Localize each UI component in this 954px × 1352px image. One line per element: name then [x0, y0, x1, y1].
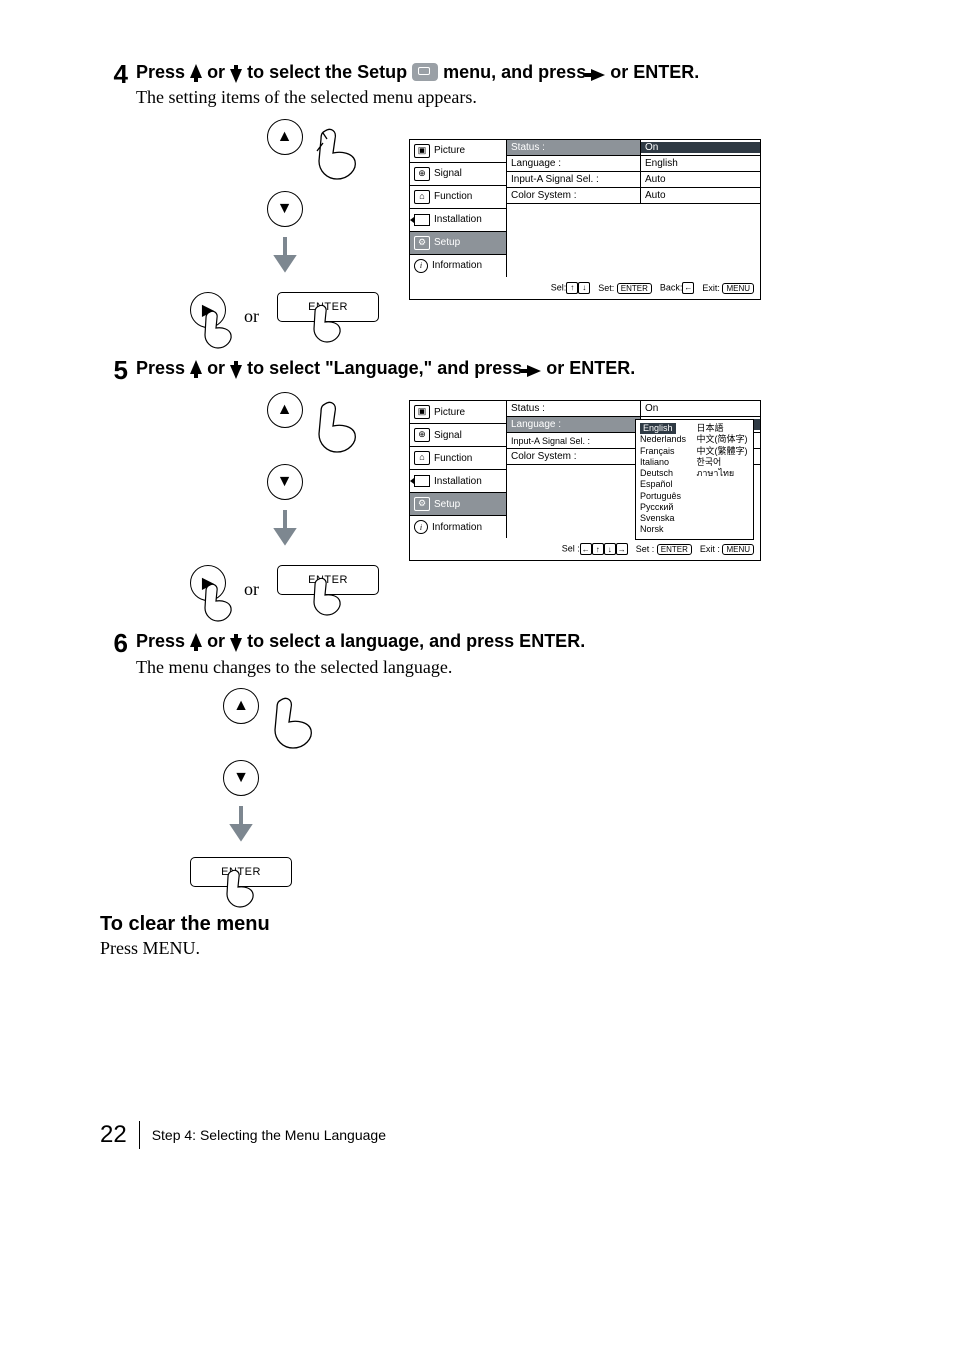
lang-chinese-simplified: 中文(简体字) [697, 434, 750, 445]
menu-item-function: ⌂Function [410, 447, 506, 470]
menu-item-installation: Installation [410, 209, 506, 232]
step-6-subtext: The menu changes to the selected languag… [136, 655, 866, 680]
lang-russkiy: Русский [640, 502, 693, 513]
step-4: 4 Press or to select the Setup menu, and… [100, 60, 866, 111]
t: or [207, 631, 230, 651]
t: menu, and press [443, 62, 591, 82]
osd-menu-language: ▣Picture ⊕Signal ⌂Function Installation … [409, 400, 761, 561]
menu-item-picture: ▣Picture [410, 140, 506, 163]
step-6-instruction: Press or to select a language, and press… [136, 629, 866, 654]
down-arrow-icon [230, 630, 242, 654]
up-arrow-icon [190, 630, 202, 654]
kv-input-a: Input-A Signal Sel. :Auto [507, 172, 760, 188]
lang-italiano: Italiano [640, 457, 693, 468]
step-number: 4 [100, 60, 128, 89]
menu-item-installation: Installation [410, 470, 506, 493]
down-arrow-icon [230, 61, 242, 85]
kv-color-system: Color System :Auto [507, 188, 760, 204]
osd-menu-setup: ▣Picture ⊕Signal ⌂Function Installation … [409, 139, 761, 300]
osd-footer-hints: Sel :←↑↓→ Set : ENTER Exit : MENU [410, 538, 760, 560]
clear-menu-body: Press MENU. [100, 936, 866, 961]
t: or ENTER. [610, 62, 699, 82]
up-arrow-icon [190, 357, 202, 381]
kv-language: Language :English [507, 156, 760, 172]
clear-menu-heading: To clear the menu [100, 913, 866, 936]
step-4-subtext: The setting items of the selected menu a… [136, 85, 866, 110]
lang-japanese: 日本語 [697, 423, 750, 434]
hand-press-icon [307, 125, 367, 185]
flow-down-arrow-icon [273, 510, 297, 551]
menu-item-signal: ⊕Signal [410, 163, 506, 186]
t: or [207, 62, 230, 82]
lang-svenska: Svenska [640, 513, 693, 524]
t: Press [136, 631, 190, 651]
t: or [207, 358, 230, 378]
lang-nederlands: Nederlands [640, 434, 693, 445]
step-4-illustration: ▲ ▼ ▶ or ENTER [100, 119, 866, 328]
step-number: 6 [100, 629, 128, 658]
hand-press-icon: ▶ [190, 565, 226, 601]
page-number: 22 [100, 1121, 127, 1149]
lang-chinese-traditional: 中文(繁體字) [697, 446, 750, 457]
step-5-instruction: Press or to select "Language," and press… [136, 356, 866, 381]
step-5: 5 Press or to select "Language," and pre… [100, 356, 866, 385]
menu-item-information: iInformation [410, 255, 506, 277]
right-arrow-icon [527, 357, 541, 381]
lang-portugues: Português [640, 491, 693, 502]
menu-item-setup: ⚙Setup [410, 493, 506, 516]
hand-press-icon [263, 694, 323, 754]
hand-press-icon [307, 398, 367, 458]
osd-footer-hints: Sel:↑↓ Set: ENTER Back:← Exit: MENU [410, 277, 760, 299]
footer-title: Step 4: Selecting the Menu Language [152, 1127, 386, 1143]
t: Press [136, 358, 190, 378]
right-arrow-icon [591, 61, 605, 85]
menu-item-signal: ⊕Signal [410, 424, 506, 447]
lang-thai: ภาษาไทย [697, 468, 750, 479]
t: to select "Language," and press [247, 358, 527, 378]
kv-status: Status :On [507, 401, 760, 417]
cursor-up-button-icon: ▲ [223, 688, 259, 724]
lang-english: English [640, 423, 676, 434]
t: to select a language, and press ENTER. [247, 631, 585, 651]
step-6-illustration: ▲ ▼ ENTER [100, 688, 866, 887]
flow-down-arrow-icon [273, 237, 297, 278]
hand-press-icon [218, 867, 262, 911]
hand-press-icon [305, 575, 349, 619]
lang-norsk: Norsk [640, 524, 693, 535]
lang-deutsch: Deutsch [640, 468, 693, 479]
cursor-up-button-icon: ▲ [267, 119, 303, 155]
up-arrow-icon [190, 61, 202, 85]
cursor-down-button-icon: ▼ [267, 191, 303, 227]
kv-status: Status :On [507, 140, 760, 156]
step-6: 6 Press or to select a language, and pre… [100, 629, 866, 680]
t: or ENTER. [546, 358, 635, 378]
or-label: or [244, 565, 259, 600]
lang-espanol: Español [640, 479, 693, 490]
setup-icon [412, 63, 438, 81]
lang-korean: 한국어 [697, 457, 750, 468]
menu-item-function: ⌂Function [410, 186, 506, 209]
t: to select the Setup [247, 62, 412, 82]
menu-item-setup: ⚙Setup [410, 232, 506, 255]
page-footer: 22 Step 4: Selecting the Menu Language [100, 1121, 866, 1149]
step-number: 5 [100, 356, 128, 385]
down-arrow-icon [230, 357, 242, 381]
menu-item-information: iInformation [410, 516, 506, 538]
hand-press-icon: ▶ [190, 292, 226, 328]
flow-down-arrow-icon [229, 806, 253, 847]
footer-divider [139, 1121, 140, 1149]
lang-francais: Français [640, 446, 693, 457]
cursor-up-button-icon: ▲ [267, 392, 303, 428]
menu-item-picture: ▣Picture [410, 401, 506, 424]
t: Press [136, 62, 190, 82]
language-dropdown: English Nederlands Français Italiano Deu… [635, 419, 754, 540]
step-4-instruction: Press or to select the Setup menu, and p… [136, 60, 866, 85]
cursor-down-button-icon: ▼ [223, 760, 259, 796]
step-5-illustration: ▲ ▼ ▶ or ENTER [100, 392, 866, 601]
cursor-down-button-icon: ▼ [267, 464, 303, 500]
or-label: or [244, 292, 259, 327]
hand-press-icon [305, 302, 349, 346]
